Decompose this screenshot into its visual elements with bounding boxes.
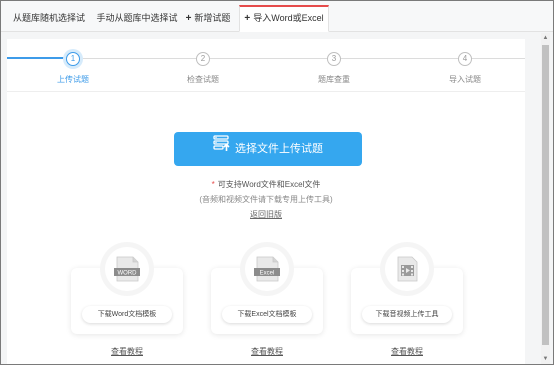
upload-file-icon bbox=[213, 132, 231, 166]
step-2-label: 检查试题 bbox=[187, 75, 219, 84]
scroll-down-icon[interactable]: ▼ bbox=[541, 354, 550, 364]
word-document-icon: WORD bbox=[114, 256, 140, 282]
video-file-icon bbox=[397, 256, 418, 282]
required-asterisk: * bbox=[211, 180, 215, 189]
upload-button-label: 选择文件上传试题 bbox=[235, 143, 323, 156]
divider bbox=[7, 91, 525, 92]
step-3-indicator: 3 bbox=[327, 52, 341, 66]
back-to-old-version-link[interactable]: 返回旧版 bbox=[250, 210, 282, 219]
media-icon-circle bbox=[385, 247, 429, 291]
vertical-scrollbar[interactable]: ▲ ▼ bbox=[541, 33, 550, 364]
word-icon-label: WORD bbox=[118, 271, 138, 277]
tab-random-select[interactable]: 从题库随机选择试题 bbox=[9, 5, 89, 49]
step-4-indicator: 4 bbox=[458, 52, 472, 66]
excel-icon-label: Excel bbox=[260, 271, 275, 277]
back-to-old-version: 返回旧版 bbox=[7, 209, 525, 220]
tab-label: 导入Word或Excel bbox=[253, 13, 324, 23]
download-word-template-button[interactable]: 下载Word文档模板 bbox=[82, 306, 172, 323]
upload-file-button[interactable]: 选择文件上传试题 bbox=[174, 132, 362, 166]
app-frame: 从题库随机选择试题 手动从题库中选择试题 +新增试题 +导入Word或Excel… bbox=[0, 0, 554, 365]
scroll-thumb[interactable] bbox=[542, 45, 549, 345]
tab-bar: 从题库随机选择试题 手动从题库中选择试题 +新增试题 +导入Word或Excel bbox=[1, 1, 553, 49]
step-1-label: 上传试题 bbox=[57, 75, 89, 84]
step-4-label: 导入试题 bbox=[449, 75, 481, 84]
plus-icon: + bbox=[244, 13, 251, 24]
word-icon-circle: WORD bbox=[105, 247, 149, 291]
step-line-done bbox=[7, 57, 66, 59]
download-media-tool-button[interactable]: 下载音视频上传工具 bbox=[362, 306, 452, 323]
tab-import-word-excel[interactable]: + 导入Word或Excel bbox=[239, 5, 329, 32]
word-tutorial-link[interactable]: 查看教程 bbox=[71, 346, 183, 357]
download-excel-template-button[interactable]: 下载Excel文档模板 bbox=[222, 306, 312, 323]
media-tutorial-link[interactable]: 查看教程 bbox=[351, 346, 463, 357]
import-panel: 1 上传试题 2 检查试题 3 题库查重 4 导入试题 选择文件上传试题 * 可… bbox=[7, 39, 525, 364]
tab-manual-select[interactable]: 手动从题库中选择试题 bbox=[93, 5, 181, 49]
progress-steps: 1 上传试题 2 检查试题 3 题库查重 4 导入试题 bbox=[7, 39, 525, 89]
step-2-indicator: 2 bbox=[196, 52, 210, 66]
media-note: (音频和视频文件请下载专用上传工具) bbox=[199, 195, 333, 204]
excel-icon-circle: Excel bbox=[245, 247, 289, 291]
excel-tutorial-link[interactable]: 查看教程 bbox=[211, 346, 323, 357]
excel-document-icon: Excel bbox=[254, 256, 280, 282]
plus-icon: + bbox=[185, 13, 192, 24]
supported-formats: * 可支持Word文件和Excel文件 bbox=[7, 179, 525, 190]
supported-formats-text: 可支持Word文件和Excel文件 bbox=[217, 180, 321, 189]
step-1-indicator: 1 bbox=[66, 52, 80, 66]
tab-new-question[interactable]: + 新增试题 bbox=[183, 5, 233, 31]
tab-label: 新增试题 bbox=[194, 13, 231, 23]
scroll-up-icon[interactable]: ▲ bbox=[541, 33, 550, 43]
step-3-label: 题库查重 bbox=[318, 75, 350, 84]
